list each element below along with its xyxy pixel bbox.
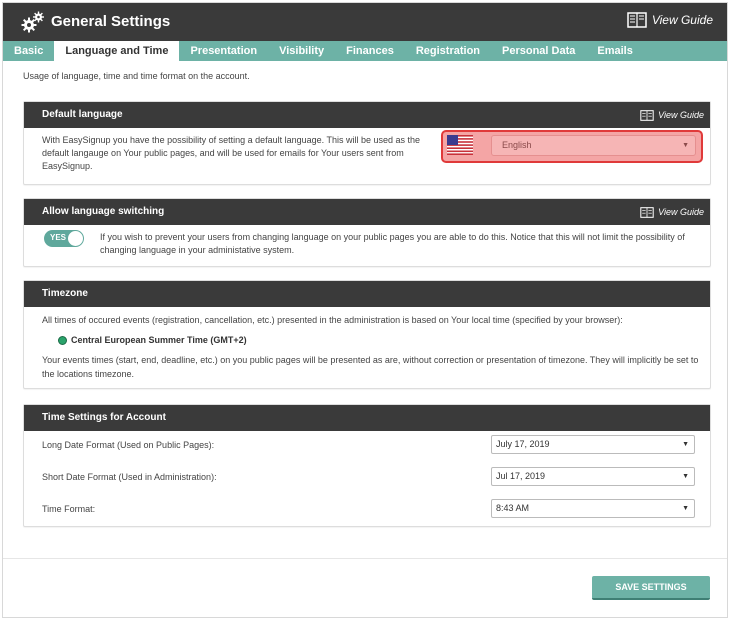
panel-title: Time Settings for Account: [42, 412, 166, 423]
view-guide-label: View Guide: [658, 110, 704, 120]
timezone-note: Your events times (start, end, deadline,…: [42, 355, 699, 379]
chevron-down-icon: ▼: [682, 142, 689, 149]
long-date-label: Long Date Format (Used on Public Pages):: [42, 440, 215, 450]
long-date-select[interactable]: July 17, 2019 ▼: [491, 435, 695, 454]
tab-registration[interactable]: Registration: [405, 41, 491, 61]
tab-finances[interactable]: Finances: [335, 41, 405, 61]
language-switching-text: If you wish to prevent your users from c…: [100, 232, 685, 255]
language-select-value: English: [502, 140, 532, 150]
page-title: General Settings: [51, 13, 171, 30]
tab-bar: Basic Language and Time Presentation Vis…: [3, 41, 727, 61]
chevron-down-icon: ▼: [682, 441, 689, 448]
time-format-select[interactable]: 8:43 AM ▼: [491, 499, 695, 518]
panel-header: Default language View Guide: [24, 102, 710, 128]
view-guide-label: View Guide: [658, 207, 704, 217]
long-date-value: July 17, 2019: [496, 439, 550, 449]
toggle-knob: [68, 231, 83, 246]
tab-visibility[interactable]: Visibility: [268, 41, 335, 61]
book-icon: [640, 206, 654, 218]
header-bar: General Settings View Guide: [3, 3, 727, 41]
panel-header: Timezone: [24, 281, 710, 307]
chevron-down-icon: ▼: [682, 473, 689, 480]
time-settings-panel: Time Settings for Account Long Date Form…: [23, 404, 711, 527]
book-icon: [640, 109, 654, 121]
tab-emails[interactable]: Emails: [586, 41, 643, 61]
timezone-panel: Timezone All times of occured events (re…: [23, 280, 711, 389]
language-switching-panel: Allow language switching View Guide YES …: [23, 198, 711, 267]
view-guide-link[interactable]: View Guide: [640, 199, 704, 225]
timezone-text: All times of occured events (registratio…: [42, 315, 623, 325]
status-dot-icon: [58, 336, 67, 345]
settings-window: General Settings View Guide Basic Langua…: [2, 2, 728, 618]
view-guide-link[interactable]: View Guide: [640, 102, 704, 128]
timezone-name: Central European Summer Time (GMT+2): [71, 335, 247, 345]
time-format-label: Time Format:: [42, 504, 96, 514]
chevron-down-icon: ▼: [682, 505, 689, 512]
tab-presentation[interactable]: Presentation: [179, 41, 268, 61]
page-description: Usage of language, time and time format …: [23, 71, 250, 81]
us-flag-icon: [447, 135, 473, 155]
gears-icon: [21, 11, 44, 33]
panel-title: Allow language switching: [42, 206, 165, 217]
tab-basic[interactable]: Basic: [3, 41, 54, 61]
short-date-select[interactable]: Jul 17, 2019 ▼: [491, 467, 695, 486]
tab-personal-data[interactable]: Personal Data: [491, 41, 586, 61]
book-icon: [627, 12, 647, 28]
time-format-value: 8:43 AM: [496, 503, 530, 513]
default-language-text: With EasySignup you have the possibility…: [42, 135, 421, 171]
panel-title: Default language: [42, 109, 123, 120]
footer-divider: [3, 558, 727, 559]
language-select[interactable]: English ▼: [491, 135, 696, 156]
panel-header: Allow language switching View Guide: [24, 199, 710, 225]
language-switching-toggle[interactable]: YES: [44, 230, 84, 247]
save-settings-button[interactable]: SAVE SETTINGS: [592, 576, 710, 600]
default-language-panel: Default language View Guide With EasySig…: [23, 101, 711, 185]
panel-header: Time Settings for Account: [24, 405, 710, 431]
language-select-highlight: English ▼: [441, 130, 703, 163]
short-date-label: Short Date Format (Used in Administratio…: [42, 472, 217, 482]
tab-language-and-time[interactable]: Language and Time: [54, 41, 180, 61]
view-guide-label: View Guide: [651, 13, 713, 27]
view-guide-link[interactable]: View Guide: [627, 12, 713, 28]
panel-title: Timezone: [42, 288, 88, 299]
short-date-value: Jul 17, 2019: [496, 471, 546, 481]
toggle-label: YES: [50, 233, 67, 242]
